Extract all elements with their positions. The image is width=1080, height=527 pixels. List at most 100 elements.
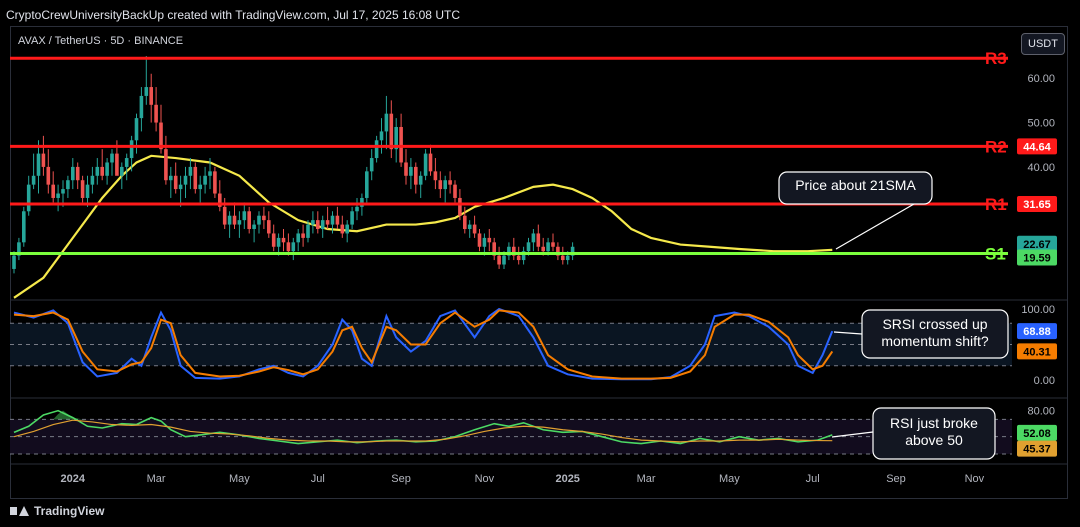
candle-body	[105, 162, 109, 176]
candle-body	[169, 175, 173, 181]
candle-body	[340, 224, 345, 234]
srsi-value-label: 40.31	[1023, 346, 1051, 358]
candle-body	[384, 113, 389, 132]
candle-body	[36, 153, 41, 176]
candle-body	[183, 175, 188, 185]
candle-body	[247, 211, 251, 230]
footer-brand: TradingView	[34, 504, 105, 518]
candle-body	[369, 158, 374, 172]
candle-body	[71, 166, 75, 181]
candle-body	[467, 224, 472, 230]
candle-body	[173, 175, 178, 190]
candle-body	[565, 255, 570, 261]
candle-body	[379, 131, 384, 141]
candle-body	[389, 113, 394, 150]
time-axis-tick: May	[229, 473, 250, 485]
price-tag-label: 44.64	[1023, 141, 1051, 153]
candle-body	[487, 237, 492, 243]
price-tag-label: 31.65	[1023, 199, 1051, 211]
rsi-axis-tick: 80.00	[1027, 406, 1055, 418]
currency-button[interactable]: USDT	[1021, 33, 1065, 55]
candle-body	[193, 166, 198, 190]
candle-body	[100, 166, 104, 176]
candle-body	[286, 242, 291, 252]
candle-body	[31, 175, 36, 185]
candle-body	[345, 224, 349, 234]
rsi-value-label: 52.08	[1023, 428, 1051, 440]
candle-body	[154, 104, 158, 123]
srsi-axis-tick: 100.00	[1021, 304, 1055, 316]
candle-body	[428, 153, 433, 172]
price-axis-tick: 40.00	[1027, 162, 1055, 174]
candle-body	[85, 184, 90, 198]
level-label-r1: R1	[985, 195, 1007, 214]
candle-body	[51, 184, 55, 198]
candle-body	[536, 233, 541, 247]
candle-body	[276, 237, 281, 247]
annotation-rsi-text: RSI just broke	[890, 415, 978, 431]
candle-body	[41, 153, 46, 167]
candle-body	[198, 184, 202, 190]
candle-body	[12, 255, 16, 269]
candle-body	[482, 237, 487, 247]
candle-body	[316, 220, 320, 230]
candle-body	[438, 180, 443, 190]
srsi-value-label: 68.88	[1023, 326, 1051, 338]
candle-body	[433, 171, 438, 181]
candle-body	[301, 233, 305, 238]
level-label-s1: S1	[985, 245, 1006, 264]
candle-body	[448, 180, 452, 185]
candle-body	[463, 215, 467, 230]
tradingview-logo-icon	[10, 505, 29, 517]
candle-body	[526, 242, 531, 252]
candle-body	[61, 189, 65, 194]
chart-canvas[interactable]: 60.0050.0040.00R3R244.64R131.65S120.4822…	[0, 0, 1080, 527]
candle-body	[164, 149, 168, 181]
candle-body	[423, 153, 428, 176]
candle-body	[458, 197, 462, 216]
rsi-value-label: 45.37	[1023, 444, 1051, 456]
candle-body	[90, 175, 95, 185]
time-axis-tick: Sep	[886, 473, 906, 485]
time-axis-tick: May	[719, 473, 740, 485]
annotation-price-text: Price about 21SMA	[795, 177, 916, 193]
candle-body	[149, 87, 153, 105]
candle-body	[178, 184, 183, 190]
candle-body	[203, 175, 207, 185]
candle-body	[311, 220, 315, 225]
level-label-r3: R3	[985, 49, 1007, 68]
candle-body	[257, 215, 261, 225]
candle-body	[134, 118, 139, 141]
candle-body	[418, 175, 423, 185]
annotation-srsi-text: SRSI crossed up	[882, 316, 987, 332]
candle-body	[409, 166, 413, 176]
candle-body	[502, 255, 506, 265]
time-axis-tick: Sep	[391, 473, 411, 485]
candle-body	[271, 233, 276, 247]
candle-body	[115, 153, 119, 176]
candle-body	[120, 166, 124, 176]
time-axis-tick: Mar	[637, 473, 656, 485]
srsi-axis-tick: 0.00	[1034, 375, 1055, 387]
level-label-r2: R2	[985, 137, 1007, 156]
candle-body	[350, 211, 354, 225]
candle-body	[551, 242, 555, 247]
symbol-title: AVAX / TetherUS · 5D · BINANCE	[18, 35, 184, 47]
candle-body	[414, 166, 418, 185]
candle-body	[399, 126, 403, 163]
candle-body	[546, 242, 550, 252]
candle-body	[404, 162, 408, 176]
candle-body	[281, 237, 286, 243]
time-axis-tick: Jul	[806, 473, 820, 485]
candle-body	[80, 180, 85, 198]
time-axis-tick: Mar	[147, 473, 166, 485]
candle-body	[477, 233, 482, 247]
candle-body	[66, 180, 70, 190]
price-axis-tick: 60.00	[1027, 73, 1055, 85]
candle-body	[188, 166, 193, 176]
candle-body	[330, 215, 335, 225]
price-tag-label: 19.59	[1023, 252, 1051, 264]
candle-body	[46, 166, 51, 185]
candle-body	[374, 140, 379, 159]
candle-body	[531, 233, 536, 243]
